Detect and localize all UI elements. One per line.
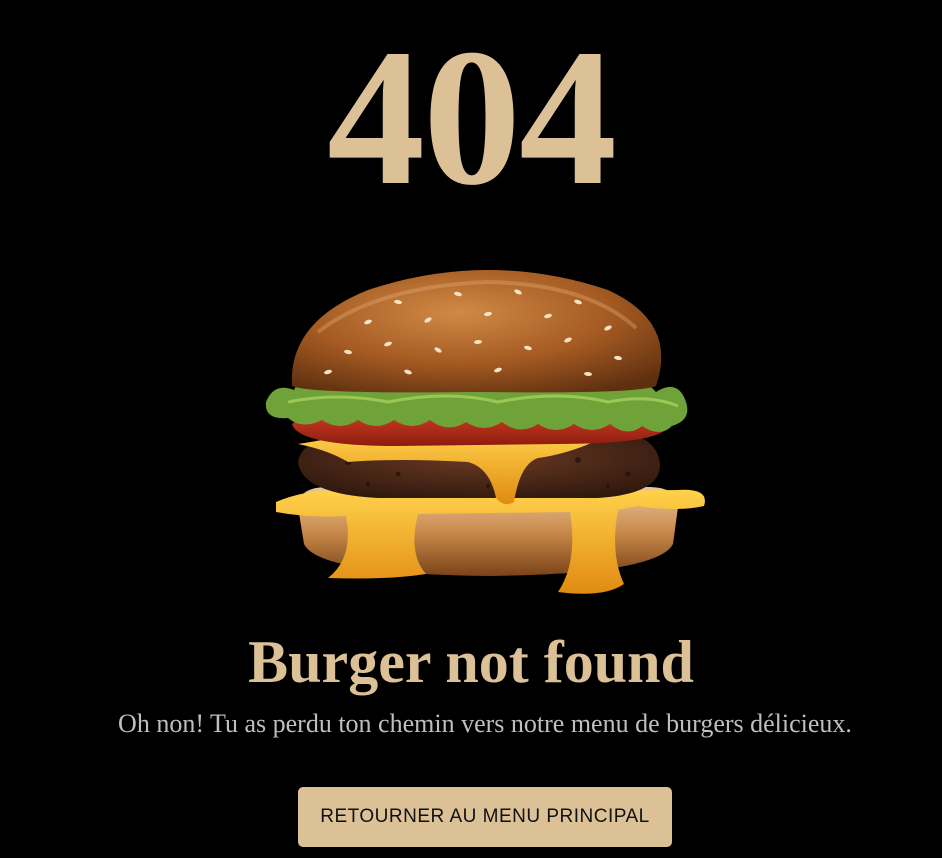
return-to-menu-button[interactable]: RETOURNER AU MENU PRINCIPAL (298, 787, 672, 847)
page-subtitle: Oh non! Tu as perdu ton chemin vers notr… (118, 709, 852, 738)
not-found-page: 404 Burger not found Oh non! Tu as perdu… (0, 0, 942, 858)
page-title: Burger not found (248, 629, 694, 695)
error-code: 404 (327, 9, 617, 226)
burger-image (258, 262, 718, 607)
